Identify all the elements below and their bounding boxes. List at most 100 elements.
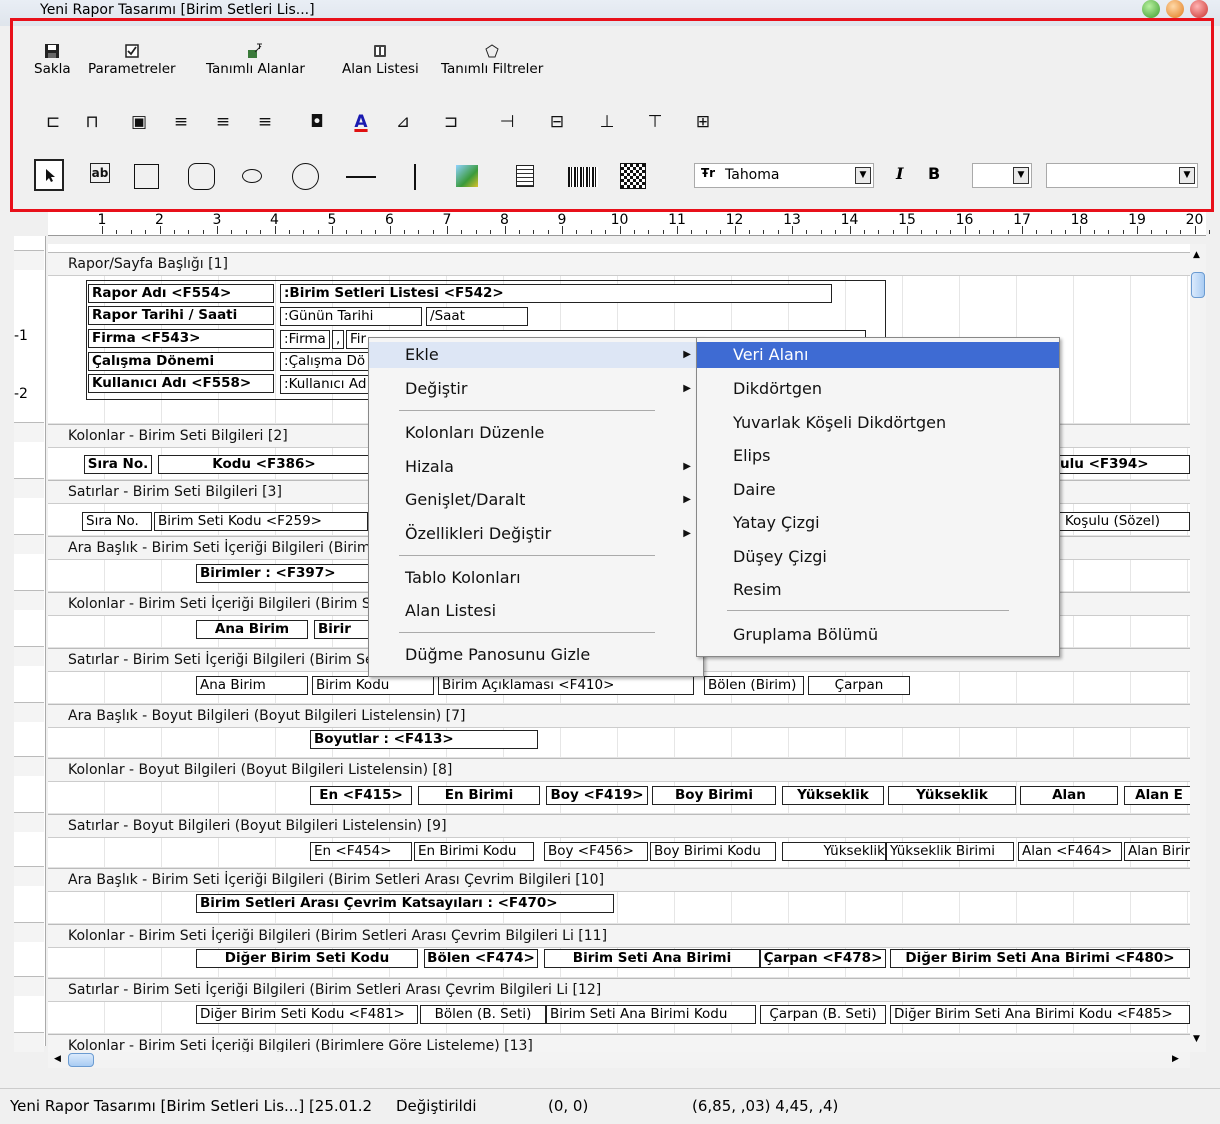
band-marker[interactable] xyxy=(14,590,44,610)
band-marker[interactable] xyxy=(14,646,44,666)
menu-item-dugme-panosunu-gizle[interactable]: Düğme Panosunu Gizle xyxy=(369,642,703,668)
menu-item-genislet-daralt[interactable]: Genişlet/Daralt ▶ xyxy=(369,487,703,513)
font-color-icon[interactable]: A xyxy=(348,109,374,135)
menu-item-tablo-kolonlari[interactable]: Tablo Kolonları xyxy=(369,565,703,591)
column-cell[interactable]: Kodu <F386> xyxy=(158,455,370,474)
font-name-select[interactable]: Ŧr Tahoma ▼ xyxy=(694,163,874,188)
submenu-item-yatay-cizgi[interactable]: Yatay Çizgi xyxy=(697,510,1059,536)
time-field[interactable]: /Saat xyxy=(426,307,528,326)
scroll-down-icon[interactable]: ▼ xyxy=(1193,1034,1200,1044)
band-header[interactable]: Ara Başlık - Boyut Bilgileri (Boyut Bilg… xyxy=(48,704,1190,728)
defined-fields-button[interactable]: Tanımlı Alanlar xyxy=(206,43,305,77)
row-cell[interactable]: Diğer Birim Seti Ana Birimi Kodu <F485> xyxy=(890,1005,1190,1024)
period-field[interactable]: :Çalışma Dö xyxy=(280,352,380,371)
header-label[interactable]: Firma <F543> xyxy=(88,329,274,348)
equal-height-icon[interactable]: ⊞ xyxy=(690,109,716,135)
report-title-field[interactable]: :Birim Setleri Listesi <F542> xyxy=(280,284,832,303)
column-cell[interactable]: Alan xyxy=(1020,786,1118,805)
italic-button[interactable]: I xyxy=(896,164,903,183)
vertical-scrollbar[interactable]: ▲ ▼ xyxy=(1190,244,1206,1052)
user-field[interactable]: :Kullanıcı Ad xyxy=(280,375,380,394)
menu-item-ozellikleri-degistir[interactable]: Özellikleri Değiştir ▶ xyxy=(369,521,703,547)
row-cell[interactable]: Yükseklik Birimi xyxy=(886,842,1014,861)
style-select[interactable]: ▼ xyxy=(1046,163,1198,188)
parameters-button[interactable]: Parametreler xyxy=(88,43,176,77)
vertical-scroll-thumb[interactable] xyxy=(1191,272,1205,298)
textbox-icon[interactable]: ab xyxy=(90,163,110,183)
band-marker[interactable] xyxy=(14,976,44,996)
column-cell[interactable]: şulu <F394> xyxy=(1048,455,1190,474)
header-label[interactable]: Rapor Tarihi / Saati xyxy=(88,306,274,325)
header-label[interactable]: Kullanıcı Adı <F558> xyxy=(88,374,274,393)
column-cell[interactable]: Birim Seti Ana Birimi xyxy=(544,949,760,968)
chevron-down-icon[interactable]: ▼ xyxy=(1013,167,1029,184)
scroll-up-icon[interactable]: ▲ xyxy=(1193,250,1200,260)
row-cell[interactable]: Diğer Birim Seti Kodu <F481> xyxy=(196,1005,418,1024)
submenu-item-elips[interactable]: Elips xyxy=(697,443,1059,469)
column-cell[interactable]: Ana Birim xyxy=(196,620,308,639)
qrcode-icon[interactable] xyxy=(620,163,646,189)
row-cell[interactable]: Bölen (B. Seti) xyxy=(420,1005,546,1024)
barcode-icon[interactable] xyxy=(568,167,598,187)
rectangle-icon[interactable] xyxy=(134,164,159,189)
menu-item-alan-listesi[interactable]: Alan Listesi xyxy=(369,598,703,624)
rounded-rectangle-icon[interactable] xyxy=(188,163,215,190)
field-list-button[interactable]: Alan Listesi xyxy=(342,43,419,77)
row-cell[interactable]: Çarpan (B. Seti) xyxy=(760,1005,886,1024)
minimize-button[interactable] xyxy=(1142,0,1160,18)
band-marker[interactable] xyxy=(14,534,44,554)
subheader-cell[interactable]: Birimler : <F397> xyxy=(196,564,370,583)
grow-down-icon[interactable]: ⊤ xyxy=(642,109,668,135)
bold-button[interactable]: B xyxy=(928,164,940,183)
row-cell[interactable]: Birim Açıklaması <F410> xyxy=(438,676,694,695)
row-cell[interactable]: Bölen (Birim) xyxy=(704,676,804,695)
submenu-item-resim[interactable]: Resim xyxy=(697,577,1059,603)
vertical-line-icon[interactable] xyxy=(414,164,416,190)
horizontal-line-icon[interactable] xyxy=(346,176,376,178)
band-header[interactable]: Rapor/Sayfa Başlığı [1] xyxy=(48,252,1190,276)
firm-separator[interactable]: , xyxy=(332,330,344,349)
row-cell[interactable]: Alan <F464> xyxy=(1018,842,1122,861)
subheader-cell[interactable]: Birim Setleri Arası Çevrim Katsayıları :… xyxy=(196,894,614,913)
font-size-select[interactable]: ▼ xyxy=(972,163,1032,188)
text-align-left-icon[interactable]: ≡ xyxy=(168,109,194,135)
maximize-button[interactable] xyxy=(1166,0,1184,18)
band-marker[interactable] xyxy=(14,478,44,498)
scroll-right-icon[interactable]: ▶ xyxy=(1172,1054,1179,1064)
column-cell[interactable]: Çarpan <F478> xyxy=(760,949,886,968)
row-cell[interactable]: Birim Seti Kodu <F259> xyxy=(154,512,368,531)
text-align-center-icon[interactable]: ≡ xyxy=(210,109,236,135)
band-header[interactable]: Satırlar - Boyut Bilgileri (Boyut Bilgil… xyxy=(48,814,1190,838)
scroll-left-icon[interactable]: ◀ xyxy=(54,1054,61,1064)
ellipse-icon[interactable] xyxy=(242,169,262,183)
shrink-left-icon[interactable]: ⊐ xyxy=(438,109,464,135)
submenu-item-dusey-cizgi[interactable]: Düşey Çizgi xyxy=(697,544,1059,570)
align-left-edges-icon[interactable]: ⊏ xyxy=(40,109,66,135)
memo-icon[interactable] xyxy=(516,165,534,187)
row-cell[interactable]: Boy <F456> xyxy=(544,842,648,861)
band-marker[interactable] xyxy=(14,922,44,942)
defined-filters-button[interactable]: Tanımlı Filtreler xyxy=(441,43,543,77)
row-cell[interactable]: Sıra No. xyxy=(82,512,152,531)
chevron-down-icon[interactable]: ▼ xyxy=(855,167,871,184)
image-icon[interactable] xyxy=(456,165,478,187)
row-cell[interactable]: Yükseklik xyxy=(782,842,886,861)
submenu-item-dikdortgen[interactable]: Dikdörtgen xyxy=(697,376,1059,402)
row-cell[interactable]: Birim Kodu xyxy=(312,676,434,695)
horizontal-scroll-thumb[interactable] xyxy=(68,1053,94,1067)
band-header[interactable]: Kolonlar - Boyut Bilgileri (Boyut Bilgil… xyxy=(48,758,1190,782)
row-cell[interactable]: Çarpan xyxy=(808,676,910,695)
menu-item-hizala[interactable]: Hizala ▶ xyxy=(369,454,703,480)
save-button[interactable]: Sakla xyxy=(34,43,71,77)
column-cell[interactable]: Alan E xyxy=(1124,786,1190,805)
chevron-down-icon[interactable]: ▼ xyxy=(1179,167,1195,184)
rotate-icon[interactable]: ⊿ xyxy=(390,109,416,135)
horizontal-scrollbar[interactable]: ◀ ▶ xyxy=(48,1052,1190,1068)
submenu-item-daire[interactable]: Daire xyxy=(697,477,1059,503)
header-label[interactable]: Rapor Adı <F554> xyxy=(88,284,274,303)
submenu-item-yuvarlak-koseli[interactable]: Yuvarlak Köşeli Dikdörtgen xyxy=(697,410,1059,436)
align-top-edges-icon[interactable]: ⊓ xyxy=(79,109,105,135)
column-cell[interactable]: Bölen <F474> xyxy=(424,949,538,968)
row-cell[interactable]: En <F454> xyxy=(310,842,412,861)
grow-right-icon[interactable]: ⊣ xyxy=(494,109,520,135)
